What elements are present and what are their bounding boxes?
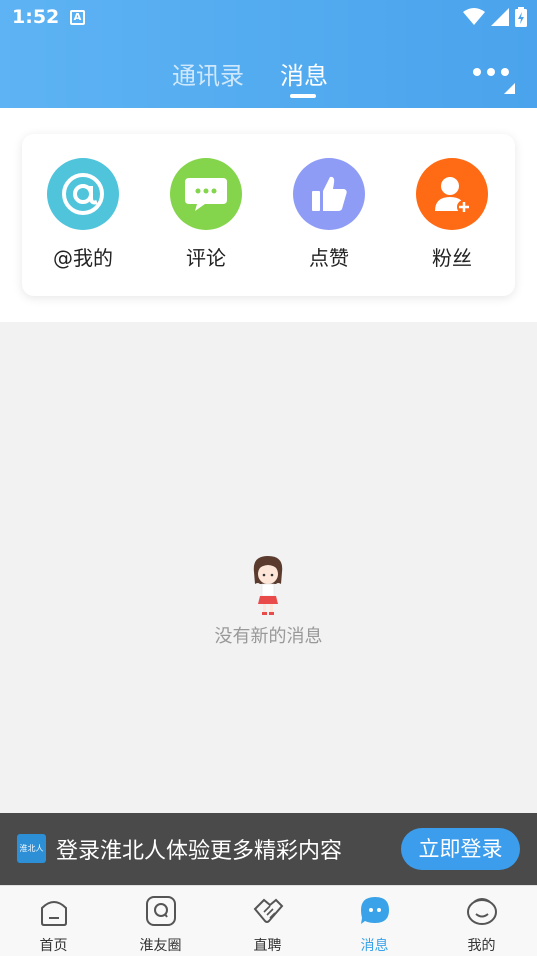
more-dots-icon [473,60,517,76]
message-icon [360,897,389,924]
nav-jobs[interactable]: 直聘 [214,886,321,956]
comment-icon [170,158,242,230]
profile-icon [466,898,497,925]
corner-indicator-icon [504,83,515,94]
nav-label: 淮友圈 [139,938,182,954]
empty-message-text: 没有新的消息 [214,626,323,647]
category-label: @我的 [53,246,113,270]
nav-label: 首页 [39,938,68,954]
nav-circle[interactable]: 淮友圈 [107,886,214,956]
app-header: 1:52 A 通讯录 消息 [0,0,537,108]
fans-icon [416,158,488,230]
signal-icon [491,8,509,26]
category-label: 粉丝 [432,246,472,270]
empty-girl-illustration [253,556,283,615]
login-button[interactable]: 立即登录 [401,828,520,870]
circle-icon [145,896,176,926]
message-category-card: @我的 评论 点赞 粉丝 [22,134,515,296]
nav-messages[interactable]: 消息 [321,886,428,956]
status-time: 1:52 [12,6,60,28]
category-comments[interactable]: 评论 [151,158,261,271]
category-label: 评论 [186,246,226,270]
login-banner: 淮北人 登录淮北人体验更多精彩内容 立即登录 [0,813,537,885]
active-tab-indicator [290,94,316,98]
notification-icon: A [70,10,85,25]
nav-home[interactable]: 首页 [0,886,107,956]
home-icon [40,901,67,926]
status-bar: 1:52 A [0,0,537,36]
empty-message-area: 没有新的消息 [0,322,537,813]
nav-profile[interactable]: 我的 [428,886,535,956]
battery-icon [515,7,527,27]
thumbs-up-icon [293,158,365,230]
more-menu-button[interactable] [473,60,517,96]
header-tabs: 通讯录 消息 [0,56,537,98]
handshake-icon [253,898,283,923]
category-fans[interactable]: 粉丝 [397,158,507,271]
tab-messages[interactable]: 消息 [280,56,328,91]
category-label: 点赞 [309,246,349,270]
bottom-navigation: 首页 淮友圈 直聘 消息 我的 [0,885,537,956]
wifi-icon [463,8,485,25]
nav-label: 我的 [467,938,496,954]
nav-label: 消息 [360,938,389,954]
category-likes[interactable]: 点赞 [274,158,384,271]
login-banner-text: 登录淮北人体验更多精彩内容 [56,839,343,864]
app-logo: 淮北人 [17,834,46,863]
tab-contacts[interactable]: 通讯录 [172,56,244,91]
at-icon [47,158,119,230]
system-icons [463,6,527,28]
nav-label: 直聘 [253,938,282,954]
category-at-me[interactable]: @我的 [28,158,138,271]
